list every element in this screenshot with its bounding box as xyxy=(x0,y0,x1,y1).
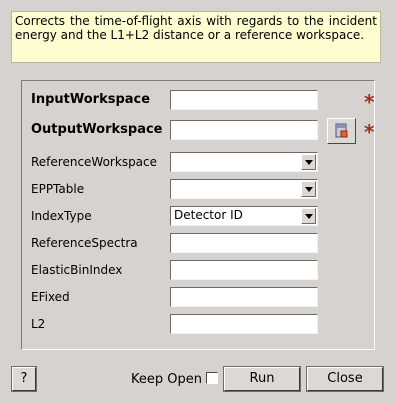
efixed-field[interactable] xyxy=(170,287,318,307)
index-type-select[interactable]: Detector ID xyxy=(170,206,318,226)
keep-open-checkbox[interactable] xyxy=(206,372,218,384)
output-workspace-label: OutputWorkspace xyxy=(31,122,163,137)
close-button[interactable]: Close xyxy=(306,366,384,392)
algorithm-description: Corrects the time-of-flight axis with re… xyxy=(11,11,381,63)
index-type-label: IndexType xyxy=(31,209,92,223)
required-star-icon: * xyxy=(364,90,375,114)
required-star-icon: * xyxy=(364,120,375,144)
input-workspace-label: InputWorkspace xyxy=(31,92,151,107)
help-button[interactable]: ? xyxy=(11,366,37,392)
reference-spectra-field[interactable] xyxy=(170,233,318,253)
output-workspace-field[interactable] xyxy=(170,120,318,140)
efixed-label: EFixed xyxy=(31,290,70,304)
input-workspace-field[interactable] xyxy=(170,90,318,110)
epp-table-label: EPPTable xyxy=(31,182,85,196)
run-button[interactable]: Run xyxy=(223,366,301,392)
chevron-down-icon[interactable] xyxy=(301,181,316,197)
reference-workspace-select[interactable] xyxy=(170,152,318,172)
keep-open-label: Keep Open xyxy=(131,372,202,387)
workspace-icon xyxy=(335,123,348,138)
chevron-down-icon[interactable] xyxy=(301,154,316,170)
reference-spectra-label: ReferenceSpectra xyxy=(31,236,138,250)
l2-label: L2 xyxy=(31,317,46,331)
elastic-bin-index-field[interactable] xyxy=(170,260,318,280)
l2-field[interactable] xyxy=(170,314,318,334)
index-type-value: Detector ID xyxy=(174,208,243,222)
elastic-bin-index-label: ElasticBinIndex xyxy=(31,263,123,277)
epp-table-select[interactable] xyxy=(170,179,318,199)
reference-workspace-label: ReferenceWorkspace xyxy=(31,155,158,169)
chevron-down-icon[interactable] xyxy=(301,208,316,224)
workspace-browse-button[interactable] xyxy=(327,118,356,144)
